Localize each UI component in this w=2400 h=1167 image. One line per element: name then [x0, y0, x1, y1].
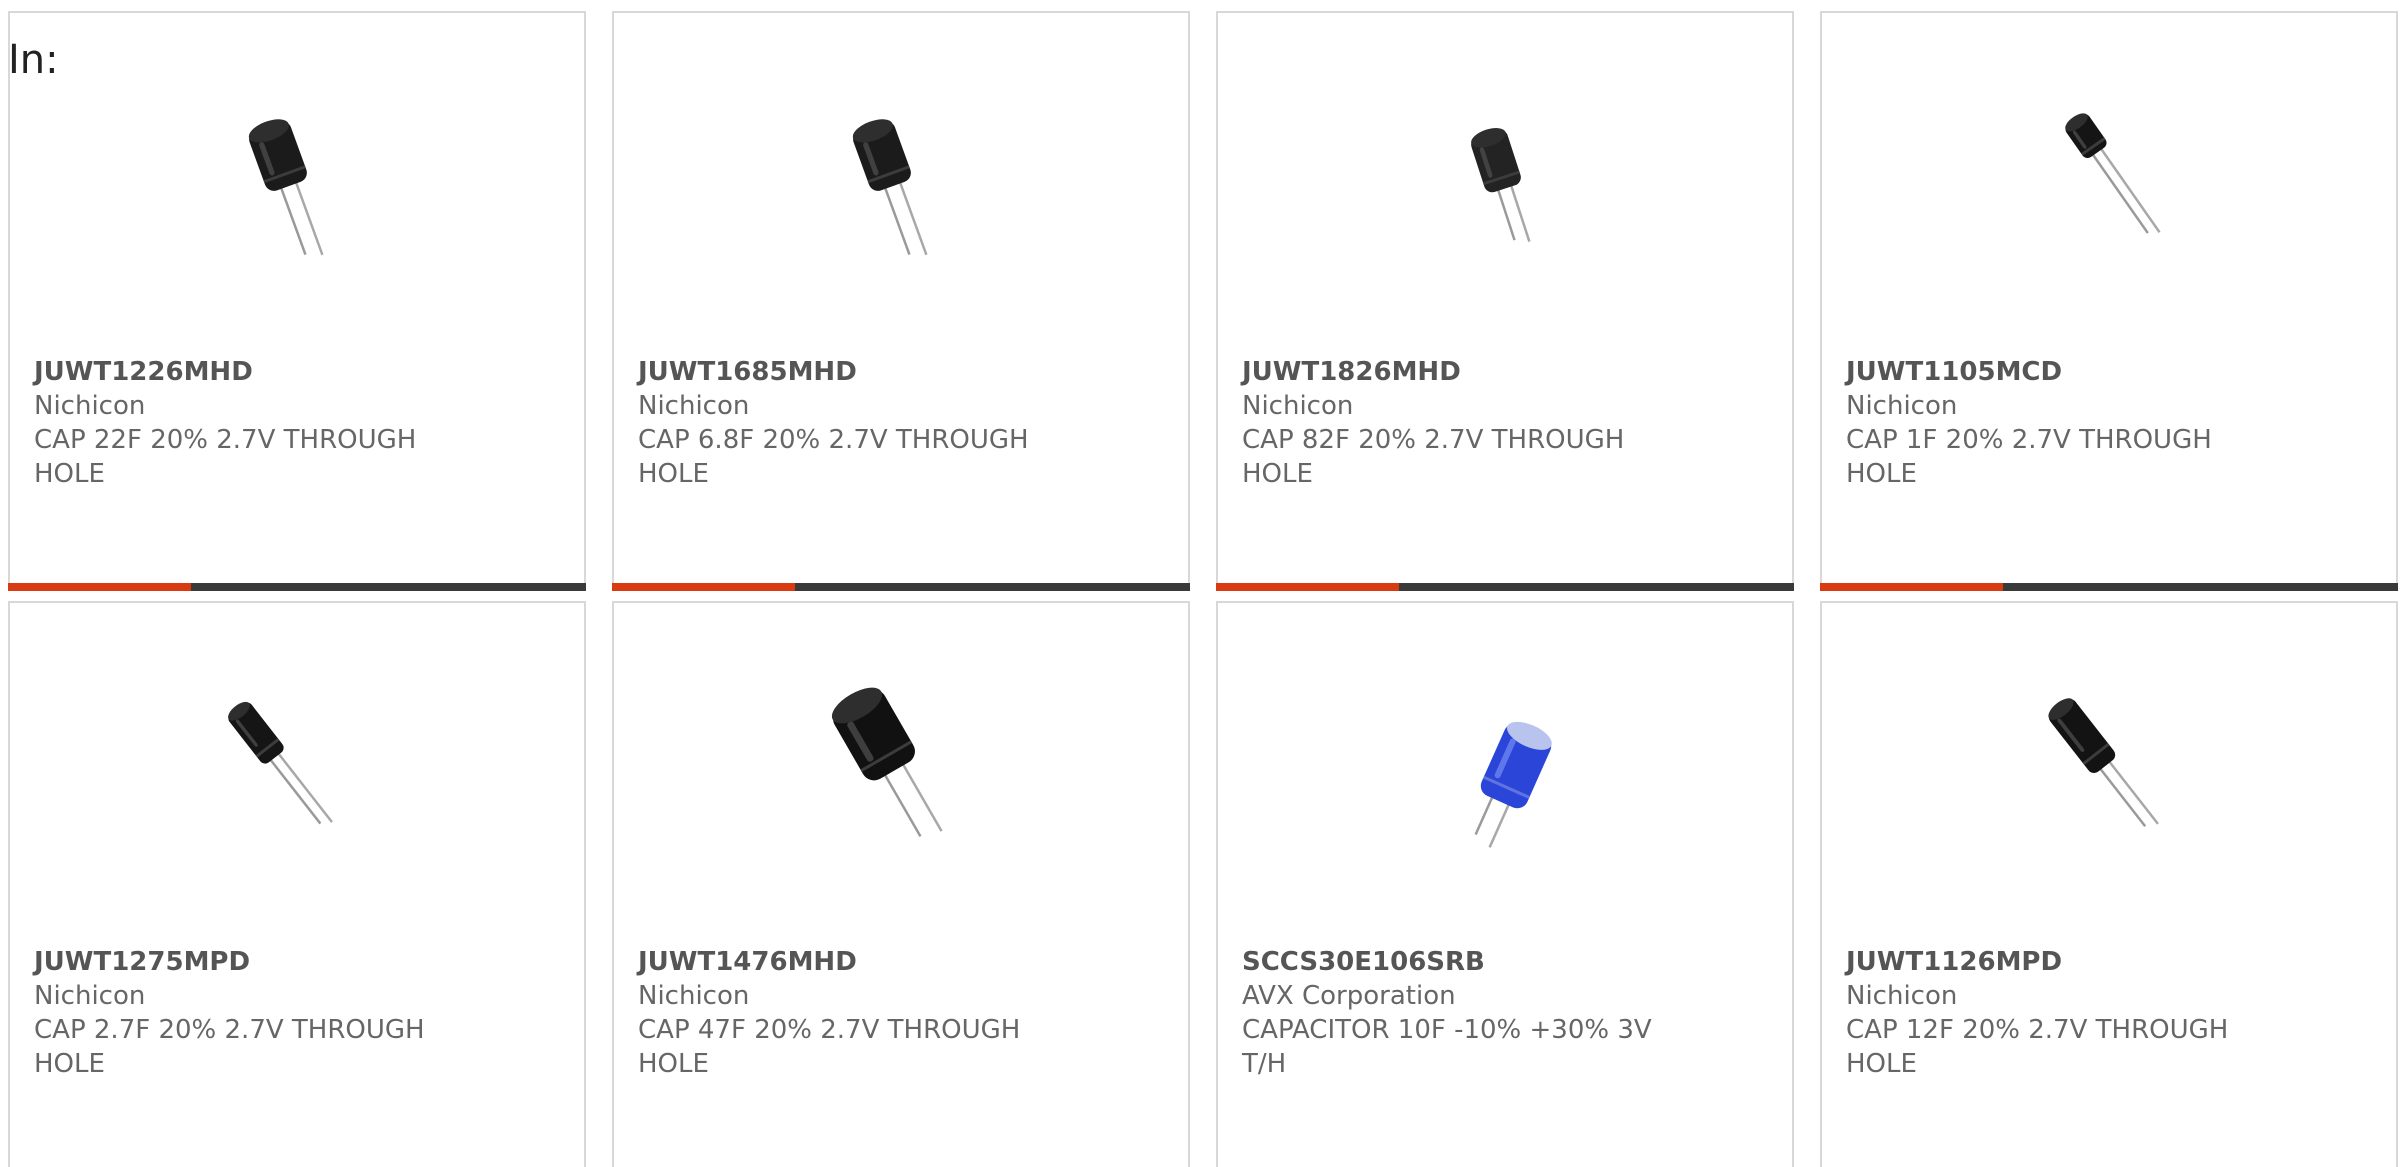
product-image[interactable]: [2010, 81, 2210, 281]
manufacturer: AVX Corporation: [1242, 981, 1456, 1011]
black-radial-capacitor-icon: [831, 687, 943, 837]
manufacturer: Nichicon: [1846, 391, 1958, 421]
product-image[interactable]: [198, 671, 398, 871]
product-card[interactable]: JUWT1126MPD Nichicon CAP 12F 20% 2.7V TH…: [1820, 601, 2398, 1167]
filter-label: In:: [8, 37, 59, 83]
product-description: CAPACITOR 10F -10% +30% 3V T/H: [1242, 1015, 1652, 1079]
product-image[interactable]: [1406, 81, 1606, 281]
part-number-link[interactable]: JUWT1226MHD: [34, 355, 464, 389]
product-info: JUWT1126MPD Nichicon CAP 12F 20% 2.7V TH…: [1846, 945, 2276, 1081]
product-card[interactable]: SCCS30E106SRB AVX Corporation CAPACITOR …: [1216, 601, 1794, 1167]
card-accent-bar: [1216, 583, 1399, 591]
card-accent-bar: [612, 583, 795, 591]
black-radial-capacitor-icon: [852, 119, 928, 256]
product-image[interactable]: [2010, 671, 2210, 871]
part-number-link[interactable]: JUWT1126MPD: [1846, 945, 2276, 979]
manufacturer: Nichicon: [34, 391, 146, 421]
product-info: JUWT1275MPD Nichicon CAP 2.7F 20% 2.7V T…: [34, 945, 464, 1081]
product-info: JUWT1476MHD Nichicon CAP 47F 20% 2.7V TH…: [638, 945, 1068, 1081]
product-card[interactable]: JUWT1476MHD Nichicon CAP 47F 20% 2.7V TH…: [612, 601, 1190, 1167]
product-card[interactable]: JUWT1105MCD Nichicon CAP 1F 20% 2.7V THR…: [1820, 11, 2398, 591]
product-description: CAP 47F 20% 2.7V THROUGH HOLE: [638, 1015, 1021, 1079]
product-description: CAP 1F 20% 2.7V THROUGH HOLE: [1846, 425, 2212, 489]
product-card[interactable]: JUWT1275MPD Nichicon CAP 2.7F 20% 2.7V T…: [8, 601, 586, 1167]
product-image[interactable]: [802, 81, 1002, 281]
product-card[interactable]: JUWT1226MHD Nichicon CAP 22F 20% 2.7V TH…: [8, 11, 586, 591]
black-radial-capacitor-icon: [2048, 698, 2159, 827]
product-grid-page: In: JUWT1226MHD Nichicon CAP 22F 20% 2.7…: [0, 0, 2400, 1167]
card-bottom-bar: [8, 583, 586, 591]
product-image[interactable]: [802, 671, 1002, 871]
manufacturer: Nichicon: [34, 981, 146, 1011]
product-description: CAP 2.7F 20% 2.7V THROUGH HOLE: [34, 1015, 425, 1079]
part-number-link[interactable]: JUWT1476MHD: [638, 945, 1068, 979]
product-info: JUWT1105MCD Nichicon CAP 1F 20% 2.7V THR…: [1846, 355, 2276, 491]
black-radial-capacitor-icon: [228, 701, 333, 825]
card-accent-bar: [1820, 583, 2003, 591]
manufacturer: Nichicon: [638, 981, 750, 1011]
product-card[interactable]: JUWT1826MHD Nichicon CAP 82F 20% 2.7V TH…: [1216, 11, 1794, 591]
part-number-link[interactable]: JUWT1105MCD: [1846, 355, 2276, 389]
black-radial-capacitor-icon: [248, 119, 324, 256]
product-description: CAP 12F 20% 2.7V THROUGH HOLE: [1846, 1015, 2229, 1079]
product-info: JUWT1226MHD Nichicon CAP 22F 20% 2.7V TH…: [34, 355, 464, 491]
product-card[interactable]: JUWT1685MHD Nichicon CAP 6.8F 20% 2.7V T…: [612, 11, 1190, 591]
card-bottom-bar: [1820, 583, 2398, 591]
product-info: JUWT1826MHD Nichicon CAP 82F 20% 2.7V TH…: [1242, 355, 1672, 491]
manufacturer: Nichicon: [1846, 981, 1958, 1011]
product-description: CAP 22F 20% 2.7V THROUGH HOLE: [34, 425, 417, 489]
product-image[interactable]: [198, 81, 398, 281]
product-image[interactable]: [1406, 671, 1606, 871]
blue-radial-capacitor-icon: [1474, 721, 1552, 848]
product-info: JUWT1685MHD Nichicon CAP 6.8F 20% 2.7V T…: [638, 355, 1068, 491]
black-radial-capacitor-icon: [2065, 113, 2161, 234]
black-radial-capacitor-icon: [1471, 128, 1531, 243]
part-number-link[interactable]: SCCS30E106SRB: [1242, 945, 1672, 979]
product-grid: JUWT1226MHD Nichicon CAP 22F 20% 2.7V TH…: [8, 11, 2398, 1167]
manufacturer: Nichicon: [1242, 391, 1354, 421]
card-bottom-bar: [1216, 583, 1794, 591]
product-info: SCCS30E106SRB AVX Corporation CAPACITOR …: [1242, 945, 1672, 1081]
part-number-link[interactable]: JUWT1275MPD: [34, 945, 464, 979]
part-number-link[interactable]: JUWT1685MHD: [638, 355, 1068, 389]
product-description: CAP 82F 20% 2.7V THROUGH HOLE: [1242, 425, 1625, 489]
manufacturer: Nichicon: [638, 391, 750, 421]
card-accent-bar: [8, 583, 191, 591]
part-number-link[interactable]: JUWT1826MHD: [1242, 355, 1672, 389]
card-bottom-bar: [612, 583, 1190, 591]
product-description: CAP 6.8F 20% 2.7V THROUGH HOLE: [638, 425, 1029, 489]
